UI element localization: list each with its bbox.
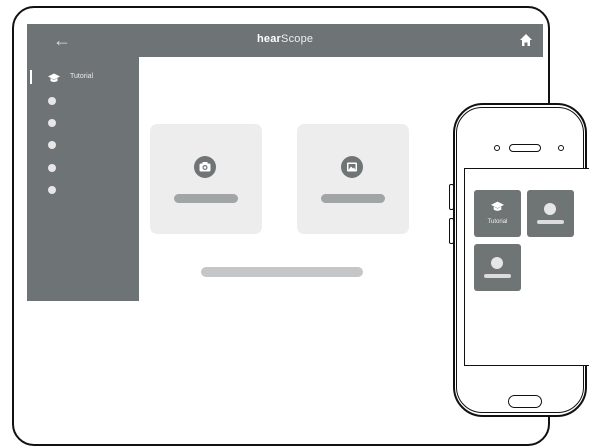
camera-card[interactable]: [150, 124, 262, 234]
tile-placeholder[interactable]: [474, 244, 521, 291]
tile-label: Tutorial: [487, 219, 508, 225]
content-bar-placeholder: [201, 267, 363, 277]
tile-dot-icon: [491, 257, 503, 269]
camera-icon: [194, 156, 216, 178]
phone-camera-icon: [558, 145, 564, 151]
card-label-placeholder: [174, 194, 238, 203]
app-header: ← hearScope: [27, 24, 543, 57]
phone-volume-down-button: [449, 218, 454, 244]
graduation-cap-icon: [491, 201, 504, 211]
sidebar-active-indicator: [30, 70, 32, 84]
sidebar-item-2[interactable]: [48, 97, 56, 105]
logo-rest-text: Scope: [281, 33, 314, 45]
sidebar-item-6[interactable]: [48, 186, 56, 194]
phone-volume-up-button: [449, 184, 454, 210]
sidebar: Tutorial: [27, 57, 139, 301]
logo-bold-text: hear: [257, 33, 282, 45]
tile-tutorial[interactable]: Tutorial: [474, 190, 521, 237]
tile-placeholder[interactable]: [527, 190, 574, 237]
card-label-placeholder: [321, 194, 385, 203]
sidebar-item-3[interactable]: [48, 119, 56, 127]
tile-label-placeholder: [537, 220, 564, 224]
home-icon[interactable]: [519, 33, 533, 47]
sidebar-item-tutorial[interactable]: Tutorial: [70, 73, 93, 80]
graduation-cap-icon[interactable]: [48, 73, 60, 83]
sidebar-item-5[interactable]: [48, 164, 56, 172]
media-icon: [341, 156, 363, 178]
phone-sensor-icon: [494, 145, 500, 151]
app-logo: hearScope: [257, 33, 313, 45]
sidebar-item-4[interactable]: [48, 141, 56, 149]
phone-speaker: [509, 144, 541, 152]
phone-screen: Tutorial: [464, 168, 589, 366]
back-arrow-icon[interactable]: ←: [53, 30, 71, 50]
media-card[interactable]: [297, 124, 409, 234]
tile-dot-icon: [544, 203, 556, 215]
phone-home-button: [508, 395, 542, 408]
tile-label-placeholder: [484, 274, 511, 278]
